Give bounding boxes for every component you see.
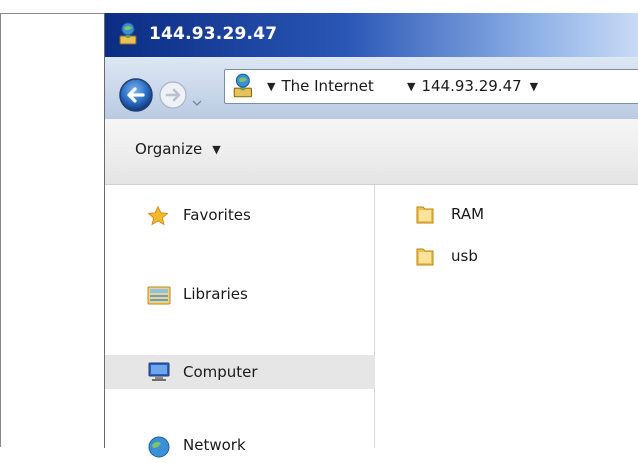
star-icon bbox=[147, 205, 169, 231]
network-icon bbox=[147, 435, 171, 463]
nav-item-network[interactable]: Network bbox=[105, 430, 375, 460]
breadcrumb[interactable]: ▼ 144.93.29.47 ▼ bbox=[407, 77, 538, 95]
organize-button[interactable]: Organize ▼ bbox=[135, 140, 221, 158]
network-location-icon bbox=[117, 22, 143, 50]
network-location-icon bbox=[231, 73, 259, 103]
nav-item-label: Favorites bbox=[183, 206, 251, 224]
breadcrumb-internet[interactable]: The Internet bbox=[281, 77, 373, 95]
nav-item-label: Computer bbox=[183, 363, 258, 381]
file-name: RAM bbox=[451, 205, 485, 223]
navigation-pane: Favorites Libraries Computer Network bbox=[105, 185, 375, 458]
organize-label: Organize bbox=[135, 140, 203, 158]
folder-icon bbox=[415, 204, 435, 230]
nav-item-libraries[interactable]: Libraries bbox=[105, 279, 375, 309]
chevron-down-icon: ▼ bbox=[212, 142, 221, 156]
chevron-down-icon[interactable]: ▼ bbox=[530, 80, 538, 93]
file-name: usb bbox=[451, 247, 478, 265]
title-bar[interactable]: 144.93.29.47 bbox=[105, 13, 638, 57]
chevron-down-icon[interactable]: ▼ bbox=[407, 80, 415, 93]
computer-icon bbox=[147, 362, 171, 386]
back-button[interactable] bbox=[118, 77, 154, 117]
forward-button[interactable] bbox=[158, 80, 188, 114]
breadcrumb[interactable]: ▼ The Internet bbox=[267, 77, 374, 95]
breadcrumb-host[interactable]: 144.93.29.47 bbox=[421, 77, 521, 95]
file-list: RAM usb bbox=[375, 185, 638, 448]
nav-item-favorites[interactable]: Favorites bbox=[105, 200, 375, 230]
libraries-icon bbox=[147, 284, 171, 310]
chevron-down-icon[interactable]: ▼ bbox=[267, 80, 275, 93]
folder-icon bbox=[415, 246, 435, 272]
nav-item-label: Libraries bbox=[183, 285, 248, 303]
recent-pages-dropdown[interactable] bbox=[191, 93, 203, 112]
command-bar: Organize ▼ bbox=[105, 119, 638, 185]
address-field[interactable]: ▼ The Internet ▼ 144.93.29.47 ▼ bbox=[224, 69, 638, 104]
nav-item-label: Network bbox=[183, 436, 246, 454]
nav-item-computer[interactable]: Computer bbox=[105, 355, 375, 389]
window-title: 144.93.29.47 bbox=[149, 24, 278, 44]
